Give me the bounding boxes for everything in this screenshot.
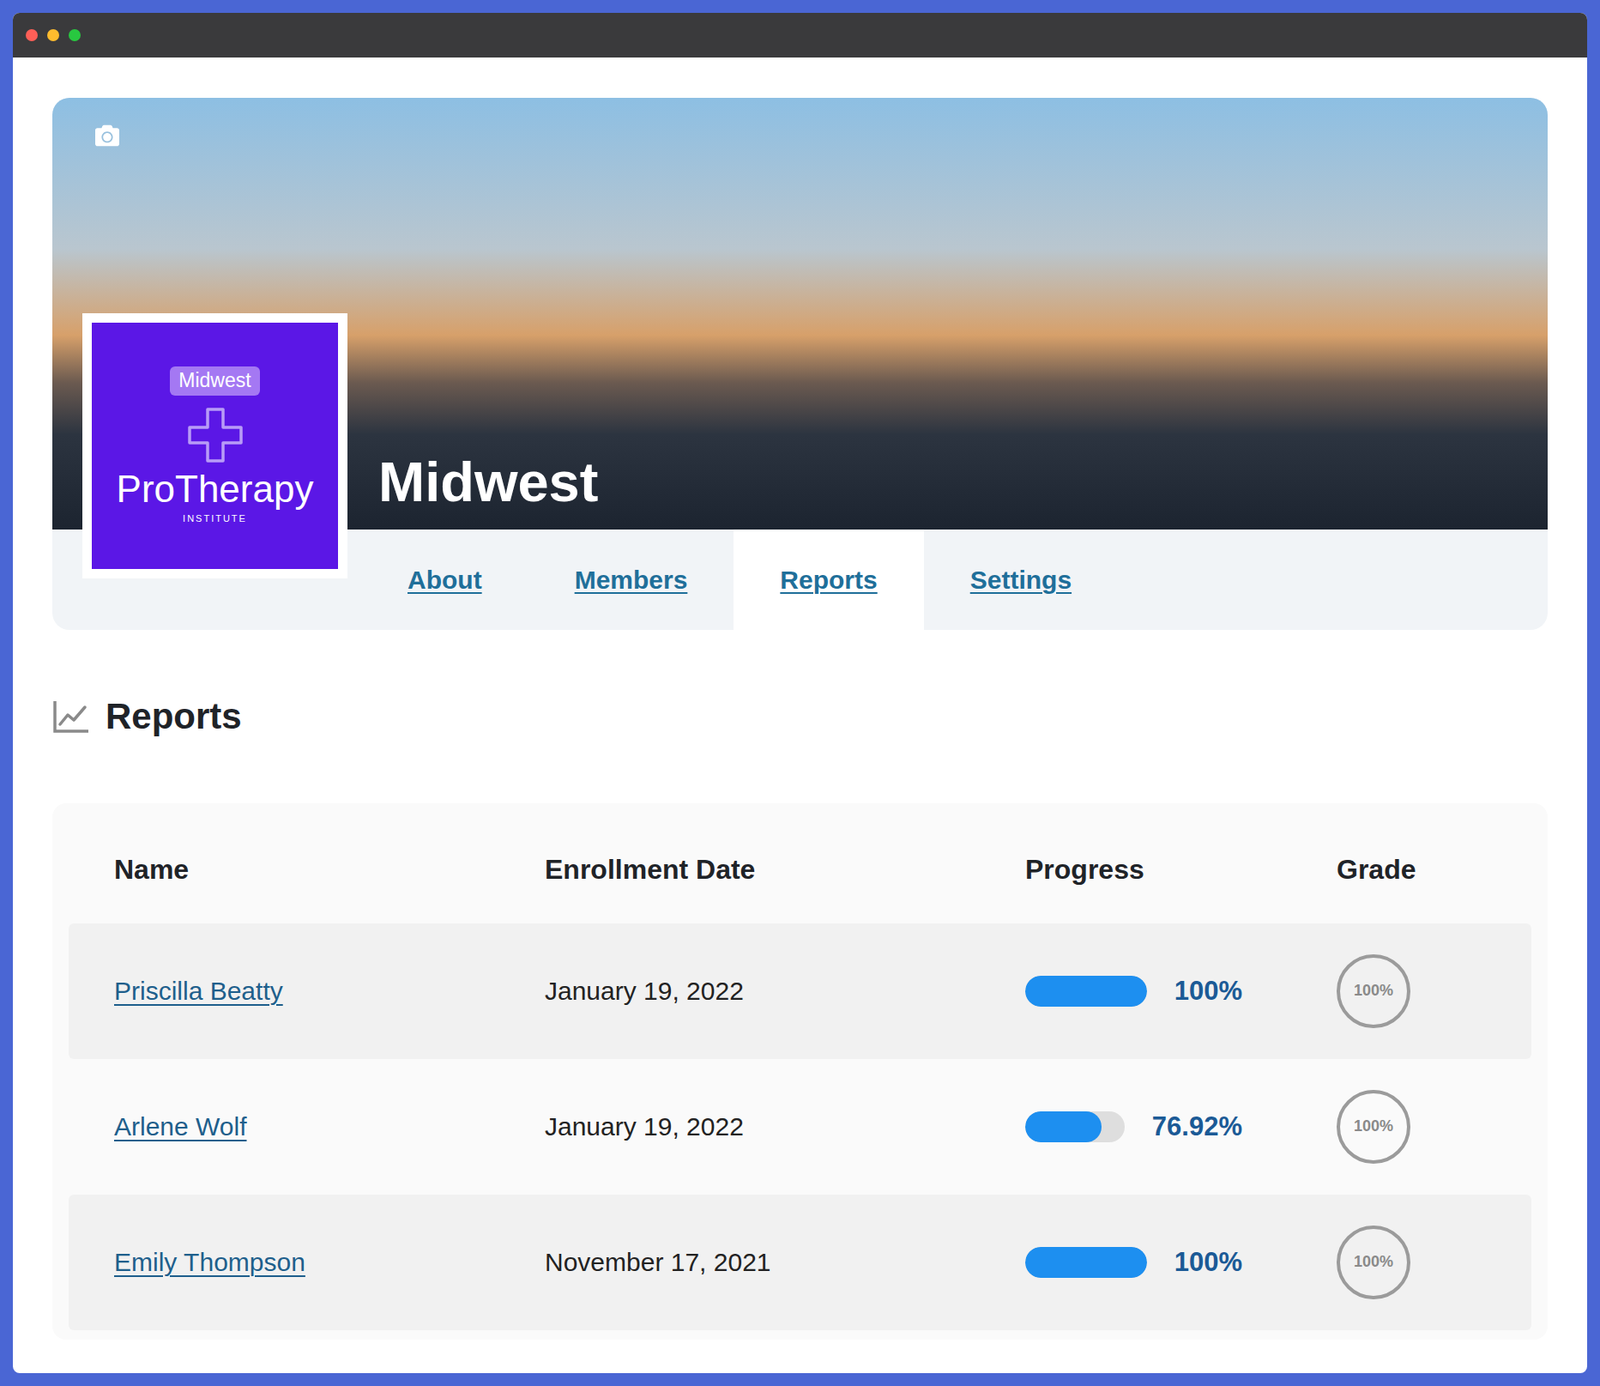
member-name-link[interactable]: Emily Thompson bbox=[114, 1242, 545, 1281]
tab[interactable]: Settings bbox=[923, 529, 1118, 630]
line-chart-icon bbox=[52, 699, 91, 734]
member-name-link[interactable]: Priscilla Beatty bbox=[114, 971, 545, 1010]
table-row: Arlene WolfJanuary 19, 2022 76.92% 100% bbox=[68, 1058, 1532, 1195]
column-header: Enrollment Date bbox=[544, 852, 1026, 886]
content: MidwestAboutMembersReportsSettingsMidwes… bbox=[12, 57, 1588, 1371]
progress-reading: 100% bbox=[1174, 971, 1243, 1012]
tab[interactable]: About bbox=[361, 529, 529, 630]
enrollment-date: November 17, 2021 bbox=[544, 1242, 1026, 1281]
progress-reading: 76.92% bbox=[1152, 1106, 1243, 1148]
column-header: Grade bbox=[1336, 852, 1532, 886]
progress-cell: 100% bbox=[1025, 971, 1243, 1012]
progress-cell: 76.92% bbox=[1025, 1106, 1243, 1148]
section-heading: Reports bbox=[52, 694, 1548, 738]
progress-fill bbox=[1025, 1110, 1102, 1142]
progress-reading: 100% bbox=[1174, 1242, 1243, 1283]
enrollment-date: January 19, 2022 bbox=[544, 971, 1026, 1010]
browser-window: MidwestAboutMembersReportsSettingsMidwes… bbox=[12, 12, 1588, 1373]
camera-icon[interactable] bbox=[93, 123, 121, 148]
logo-badge: Midwest bbox=[169, 366, 260, 396]
close-button[interactable] bbox=[25, 29, 38, 42]
logo-name: ProTherapy bbox=[116, 467, 314, 512]
table-row: Emily ThompsonNovember 17, 2021 100% 100% bbox=[68, 1194, 1532, 1330]
grade-badge: 100% bbox=[1336, 953, 1411, 1028]
cross-icon bbox=[184, 404, 247, 466]
progress-track bbox=[1025, 975, 1148, 1007]
table-header: NameEnrollment DateProgressGrade bbox=[68, 803, 1532, 923]
progress-track bbox=[1025, 1246, 1148, 1278]
progress-fill bbox=[1025, 1246, 1148, 1278]
column-header: Name bbox=[114, 852, 545, 886]
page: MidwestAboutMembersReportsSettingsMidwes… bbox=[0, 0, 1600, 1386]
column-header: Progress bbox=[1025, 852, 1337, 886]
table-row: Priscilla BeattyJanuary 19, 2022 100% 100% bbox=[68, 923, 1532, 1059]
group-logo: Midwest ProTherapyINSTITUTE bbox=[82, 313, 348, 579]
progress-cell: 100% bbox=[1025, 1242, 1243, 1283]
group-header: Midwest AboutMembersReportsSettings Midwes… bbox=[52, 97, 1548, 630]
progress-track bbox=[1025, 1110, 1125, 1142]
tab[interactable]: Reports bbox=[733, 529, 924, 630]
tab[interactable]: Members bbox=[528, 529, 735, 630]
zoom-button[interactable] bbox=[68, 29, 81, 42]
minimize-button[interactable] bbox=[47, 29, 60, 42]
grade-badge: 100% bbox=[1336, 1089, 1411, 1164]
title-bar bbox=[12, 12, 1588, 58]
member-name-link[interactable]: Arlene Wolf bbox=[114, 1106, 545, 1146]
progress-fill bbox=[1025, 975, 1148, 1007]
grade-badge: 100% bbox=[1336, 1225, 1411, 1299]
logo-panel: Midwest ProTherapyINSTITUTE bbox=[91, 322, 339, 569]
logo-subtitle: INSTITUTE bbox=[182, 512, 248, 525]
enrollment-date: January 19, 2022 bbox=[544, 1106, 1026, 1146]
reports-table: NameEnrollment DateProgressGradePriscill… bbox=[52, 803, 1548, 1339]
